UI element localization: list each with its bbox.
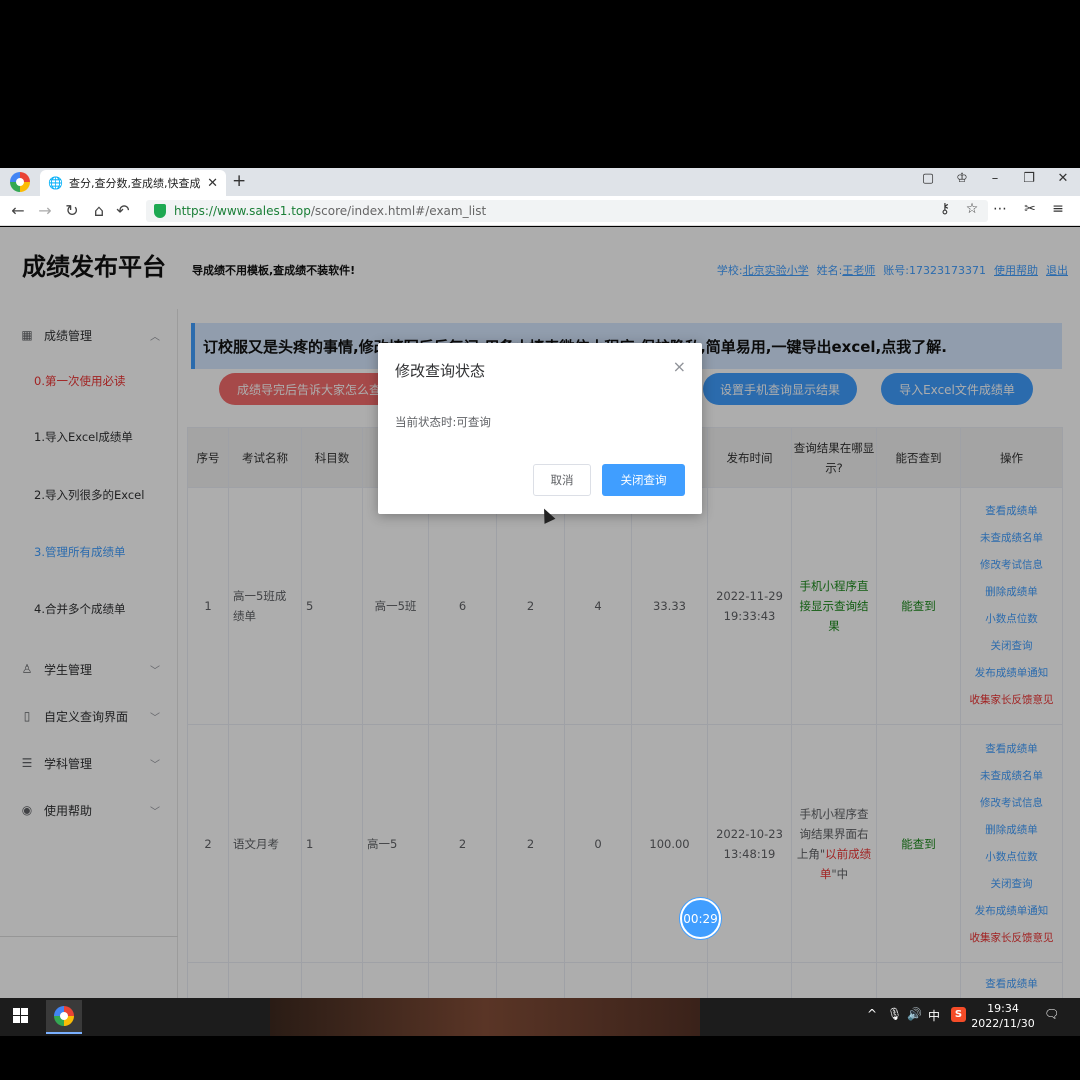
scissors-icon[interactable]: ✂: [1020, 201, 1040, 217]
notification-icon[interactable]: 🗨: [1044, 1007, 1059, 1021]
reload-icon[interactable]: ↻: [62, 201, 82, 220]
clock[interactable]: 19:34 2022/11/30: [970, 1001, 1036, 1031]
more-icon[interactable]: ⋯: [990, 201, 1010, 217]
recording-timer[interactable]: 00:29: [680, 898, 721, 939]
shield-icon: [154, 204, 166, 218]
ime-indicator[interactable]: 中: [928, 1007, 940, 1024]
forward-icon[interactable]: →: [35, 201, 55, 220]
tab-count-icon[interactable]: ▢: [917, 171, 939, 186]
sogou-ime-icon[interactable]: S: [951, 1007, 966, 1022]
home-icon[interactable]: ⌂: [89, 201, 109, 220]
new-tab-button[interactable]: +: [232, 171, 246, 191]
taskbar-browser-button[interactable]: [46, 1000, 82, 1034]
change-query-status-dialog: 修改查询状态 × 当前状态时:可查询 取消 关闭查询: [378, 343, 702, 514]
restore-icon[interactable]: ❐: [1018, 171, 1040, 186]
url-text: https://www.sales1.top/score/index.html#…: [174, 204, 487, 218]
key-icon[interactable]: ⚷: [935, 201, 955, 217]
speaker-icon[interactable]: 🔊: [907, 1007, 922, 1021]
undo-icon[interactable]: ↶: [113, 201, 133, 220]
menu-icon[interactable]: ≡: [1048, 201, 1068, 217]
star-icon[interactable]: ☆: [962, 201, 982, 217]
tab-close-icon[interactable]: ✕: [207, 176, 218, 191]
window-close-icon[interactable]: ✕: [1052, 171, 1074, 186]
wallpaper-strip: [270, 998, 700, 1036]
globe-icon: 🌐: [48, 176, 63, 190]
close-icon[interactable]: ×: [673, 357, 686, 376]
tab-title: 查分,查分数,查成绩,快查成绩,: [68, 177, 202, 190]
browser-tab[interactable]: 🌐 查分,查分数,查成绩,快查成绩, ✕: [40, 170, 226, 196]
back-icon[interactable]: ←: [8, 201, 28, 220]
skin-icon[interactable]: ♔: [951, 171, 973, 186]
dialog-message: 当前状态时:可查询: [395, 415, 491, 429]
browser-logo: [54, 1006, 74, 1026]
browser-logo[interactable]: [10, 172, 30, 192]
address-bar[interactable]: https://www.sales1.top/score/index.html#…: [146, 200, 988, 222]
windows-start-icon[interactable]: [13, 1008, 28, 1023]
close-query-button[interactable]: 关闭查询: [602, 464, 685, 496]
tray-expand-icon[interactable]: ^: [867, 1007, 877, 1021]
minimize-icon[interactable]: –: [984, 171, 1006, 186]
cancel-button[interactable]: 取消: [533, 464, 591, 496]
dialog-title: 修改查询状态: [395, 362, 486, 380]
microphone-icon[interactable]: 🎙: [887, 1007, 902, 1021]
